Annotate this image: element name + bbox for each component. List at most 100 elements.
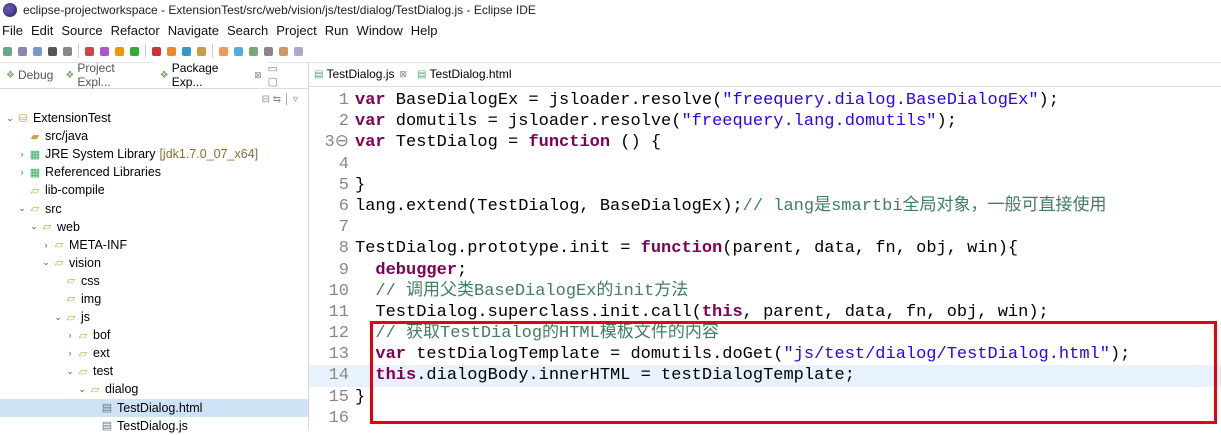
toolbar-button-icon[interactable] bbox=[249, 46, 258, 56]
line-number: 12 bbox=[328, 324, 349, 344]
toolbar-button-icon[interactable] bbox=[3, 46, 12, 56]
tree-node[interactable]: › ▦ JRE System Library [jdk1.7.0_07_x64] bbox=[0, 145, 308, 163]
chevron-right-icon[interactable]: › bbox=[64, 348, 76, 358]
menu-item-search[interactable]: Search bbox=[227, 23, 268, 38]
toolbar-button-icon[interactable] bbox=[48, 46, 57, 56]
folder-icon: ▱ bbox=[66, 293, 76, 306]
source-folder-icon: ▰ bbox=[30, 130, 40, 143]
menu-item-project[interactable]: Project bbox=[276, 23, 316, 38]
menu-item-help[interactable]: Help bbox=[411, 23, 438, 38]
code-token: "freequery.dialog.BaseDialogEx" bbox=[722, 91, 1039, 110]
toolbar-button-icon[interactable] bbox=[167, 46, 176, 56]
tree-node[interactable]: ▱ img bbox=[0, 290, 308, 308]
minimize-maximize-icons[interactable]: ▭ ▢ bbox=[268, 62, 302, 88]
toolbar-button-icon[interactable] bbox=[85, 46, 94, 56]
toolbar-button-icon[interactable] bbox=[115, 46, 124, 56]
chevron-down-icon[interactable]: ⌄ bbox=[64, 366, 76, 377]
library-icon: ▦ bbox=[29, 148, 41, 161]
tree-node-label: web bbox=[57, 219, 80, 234]
toolbar-button-icon[interactable] bbox=[264, 46, 273, 56]
tree-node[interactable]: ⌄ ⛁ ExtensionTest bbox=[0, 109, 308, 127]
code-token: (parent, data, fn, obj, win){ bbox=[722, 239, 1019, 259]
tree-node[interactable]: ⌄ ▱ dialog bbox=[0, 380, 308, 398]
menu-item-refactor[interactable]: Refactor bbox=[111, 23, 160, 38]
toolbar-button-icon[interactable] bbox=[279, 46, 288, 56]
toolbar-button-icon[interactable] bbox=[152, 46, 161, 56]
toolbar-button-icon[interactable] bbox=[197, 46, 206, 56]
toolbar-button-icon[interactable] bbox=[234, 46, 243, 56]
tab-debug[interactable]: ❖ Debug bbox=[0, 62, 59, 88]
tree-node[interactable]: ⌄ ▱ src bbox=[0, 199, 308, 217]
js-file-icon: ▤ bbox=[101, 420, 113, 433]
tree-node[interactable]: ⌄ ▱ js bbox=[0, 308, 308, 326]
toolbar-button-icon[interactable] bbox=[294, 46, 303, 56]
editor-tab-testdialog-js[interactable]: ▤ TestDialog.js ⊠ bbox=[309, 62, 412, 86]
chevron-right-icon[interactable]: › bbox=[16, 167, 28, 177]
toolbar-button-icon[interactable] bbox=[18, 46, 27, 56]
toolbar-button-icon[interactable] bbox=[33, 46, 42, 56]
project-icon: ⛁ bbox=[18, 112, 28, 125]
tree-node[interactable]: ▤ TestDialog.js bbox=[0, 417, 308, 435]
tree-node[interactable]: › ▱ META-INF bbox=[0, 236, 308, 254]
folder-icon: ▱ bbox=[54, 257, 64, 270]
tree-node-label: TestDialog.html bbox=[117, 400, 203, 415]
tree-node[interactable]: ▱ css bbox=[0, 272, 308, 290]
tree-node-label: test bbox=[93, 364, 114, 379]
folder-icon: ▱ bbox=[54, 239, 64, 252]
line-number: 11 bbox=[328, 302, 349, 322]
menu-item-edit[interactable]: Edit bbox=[31, 23, 53, 38]
chevron-down-icon[interactable]: ⌄ bbox=[40, 257, 52, 268]
tree-node[interactable]: ⌄ ▱ web bbox=[0, 218, 308, 236]
chevron-right-icon[interactable]: › bbox=[40, 240, 52, 250]
collapse-all-icon[interactable]: ⊟ bbox=[262, 94, 270, 105]
line-number: 1 bbox=[338, 91, 349, 110]
toolbar-button-icon[interactable] bbox=[182, 46, 191, 56]
toolbar-button-icon[interactable] bbox=[219, 46, 228, 56]
code-token: function bbox=[640, 239, 723, 259]
toolbar-button-icon[interactable] bbox=[100, 46, 109, 56]
close-tab-icon[interactable]: ⊠ bbox=[399, 69, 407, 80]
menu-item-file[interactable]: File bbox=[2, 23, 23, 38]
code-token: BaseDialogEx = jsloader.resolve( bbox=[385, 91, 723, 110]
debug-icon: ❖ bbox=[6, 69, 15, 81]
chevron-down-icon[interactable]: ⌄ bbox=[28, 221, 40, 232]
chevron-down-icon[interactable]: ⌄ bbox=[76, 384, 88, 395]
editor-tab-testdialog-html[interactable]: ▤ TestDialog.html bbox=[412, 62, 516, 86]
chevron-right-icon[interactable]: › bbox=[16, 149, 28, 159]
menu-item-run[interactable]: Run bbox=[325, 23, 349, 38]
view-menu-icon[interactable]: ▿ bbox=[293, 94, 298, 105]
tree-node[interactable]: ⌄ ▱ vision bbox=[0, 254, 308, 272]
tree-node[interactable]: ⌄ ▱ test bbox=[0, 362, 308, 380]
chevron-down-icon[interactable]: ⌄ bbox=[52, 312, 64, 323]
editor-tab-label: TestDialog.js bbox=[326, 67, 395, 81]
tree-node[interactable]: › ▱ bof bbox=[0, 326, 308, 344]
tree-node[interactable]: ▤ TestDialog.html bbox=[0, 398, 308, 417]
close-tab-icon[interactable]: ⊠ bbox=[254, 70, 262, 81]
menu-item-navigate[interactable]: Navigate bbox=[168, 23, 219, 38]
toolbar-button-icon[interactable] bbox=[63, 46, 72, 56]
project-tree: ⌄ ⛁ ExtensionTest ▰ src/java › ▦ JRE System Lib… bbox=[0, 109, 308, 435]
tree-node[interactable]: › ▱ ext bbox=[0, 344, 308, 362]
code-token: // 调用父类BaseDialogEx的init方法 bbox=[375, 281, 689, 301]
toolbar-separator bbox=[212, 44, 213, 58]
tab-project-expl[interactable]: ❖ Project Expl... bbox=[59, 61, 153, 89]
tree-node[interactable]: ▱ lib-compile bbox=[0, 181, 308, 199]
folder-icon: ▱ bbox=[30, 203, 40, 216]
code-token: "freequery.lang.domutils" bbox=[681, 112, 937, 132]
code-line: 4 bbox=[309, 154, 1221, 175]
code-token: // lang是smartbi全局对象，一般可直接使用 bbox=[742, 196, 1107, 216]
chevron-down-icon[interactable]: ⌄ bbox=[4, 113, 16, 124]
tree-node-decoration: [jdk1.7.0_07_x64] bbox=[159, 147, 259, 162]
tree-node[interactable]: › ▦ Referenced Libraries bbox=[0, 163, 308, 181]
chevron-down-icon[interactable]: ⌄ bbox=[16, 203, 28, 214]
menu-item-source[interactable]: Source bbox=[61, 23, 102, 38]
code-line-text: TestDialog.prototype.init = function(par… bbox=[355, 238, 1018, 259]
tree-node[interactable]: ▰ src/java bbox=[0, 127, 308, 145]
tab-package-exp[interactable]: ❖ Package Exp... ⊠ bbox=[153, 61, 268, 89]
chevron-right-icon[interactable]: › bbox=[64, 330, 76, 340]
tree-node-label: META-INF bbox=[69, 237, 128, 252]
link-with-editor-icon[interactable]: ⇆ bbox=[273, 94, 281, 105]
toolbar-button-icon[interactable] bbox=[130, 46, 139, 56]
tree-node-label: img bbox=[81, 291, 102, 306]
menu-item-window[interactable]: Window bbox=[357, 23, 403, 38]
